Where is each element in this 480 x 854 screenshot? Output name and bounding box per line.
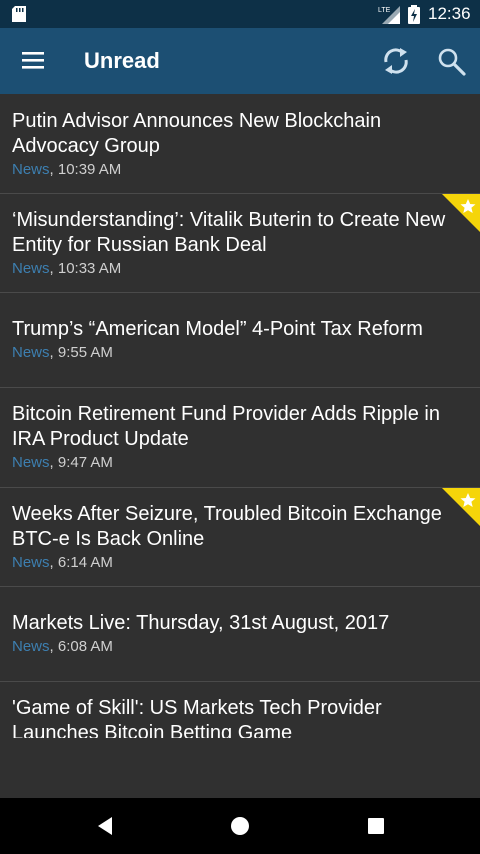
back-button[interactable] [96, 816, 116, 841]
list-item[interactable]: Weeks After Seizure, Troubled Bitcoin Ex… [0, 488, 480, 587]
article-category[interactable]: News [12, 344, 50, 361]
page-title: Unread [84, 48, 160, 73]
refresh-icon [384, 48, 408, 74]
article-category[interactable]: News [12, 638, 50, 655]
article-meta: News, 6:14 AM [12, 553, 468, 573]
article-time: , 9:55 AM [49, 344, 113, 361]
navigation-bar [0, 798, 480, 854]
article-meta: News, 9:55 AM [12, 343, 468, 363]
article-category[interactable]: News [12, 554, 50, 571]
article-meta: News, 10:33 AM [12, 259, 468, 279]
signal-icon: LTE [378, 6, 400, 24]
sd-card-icon [12, 6, 26, 22]
article-headline: 'Game of Skill': US Markets Tech Provide… [12, 697, 382, 738]
star-icon [442, 194, 480, 232]
article-headline: ‘Misunderstanding’: Vitalik Buterin to C… [12, 209, 446, 256]
article-time: , 6:08 AM [49, 638, 113, 655]
star-icon [442, 488, 480, 526]
list-item[interactable]: Markets Live: Thursday, 31st August, 201… [0, 587, 480, 682]
home-icon [231, 817, 249, 835]
article-time: , 10:33 AM [49, 260, 122, 277]
list-item[interactable]: Trump’s “American Model” 4-Point Tax Ref… [0, 293, 480, 388]
refresh-button[interactable] [380, 44, 412, 78]
article-headline: Bitcoin Retirement Fund Provider Adds Ri… [12, 403, 440, 450]
clock: 12:36 [428, 4, 471, 23]
menu-icon [22, 52, 44, 69]
list-item[interactable]: 'Game of Skill': US Markets Tech Provide… [0, 682, 480, 738]
search-button[interactable] [436, 44, 468, 78]
article-meta: News, 6:08 AM [12, 637, 468, 657]
article-headline: Putin Advisor Announces New Blockchain A… [12, 110, 382, 157]
home-button[interactable] [230, 816, 250, 841]
article-headline: Markets Live: Thursday, 31st August, 201… [12, 612, 390, 634]
back-icon [98, 817, 112, 835]
article-meta: News, 9:47 AM [12, 453, 468, 473]
recents-icon [368, 818, 384, 834]
article-category[interactable]: News [12, 161, 50, 178]
article-time: , 10:39 AM [49, 161, 122, 178]
recents-button[interactable] [366, 816, 386, 841]
battery-icon [408, 5, 420, 24]
list-item[interactable]: ‘Misunderstanding’: Vitalik Buterin to C… [0, 194, 480, 293]
article-meta: News, 10:39 AM [12, 160, 468, 180]
article-time: , 9:47 AM [49, 454, 113, 471]
menu-button[interactable] [16, 48, 48, 74]
article-category[interactable]: News [12, 454, 50, 471]
network-label: LTE [378, 7, 391, 14]
article-category[interactable]: News [12, 260, 50, 277]
status-bar: LTE 12:36 [0, 0, 480, 28]
list-item[interactable]: Putin Advisor Announces New Blockchain A… [0, 94, 480, 194]
article-headline: Weeks After Seizure, Troubled Bitcoin Ex… [12, 503, 442, 550]
app-bar: Unread [0, 28, 480, 94]
search-icon [438, 48, 466, 76]
list-item[interactable]: Bitcoin Retirement Fund Provider Adds Ri… [0, 388, 480, 488]
article-list[interactable]: Putin Advisor Announces New Blockchain A… [0, 94, 480, 738]
article-time: , 6:14 AM [49, 554, 113, 571]
article-headline: Trump’s “American Model” 4-Point Tax Ref… [12, 318, 423, 340]
